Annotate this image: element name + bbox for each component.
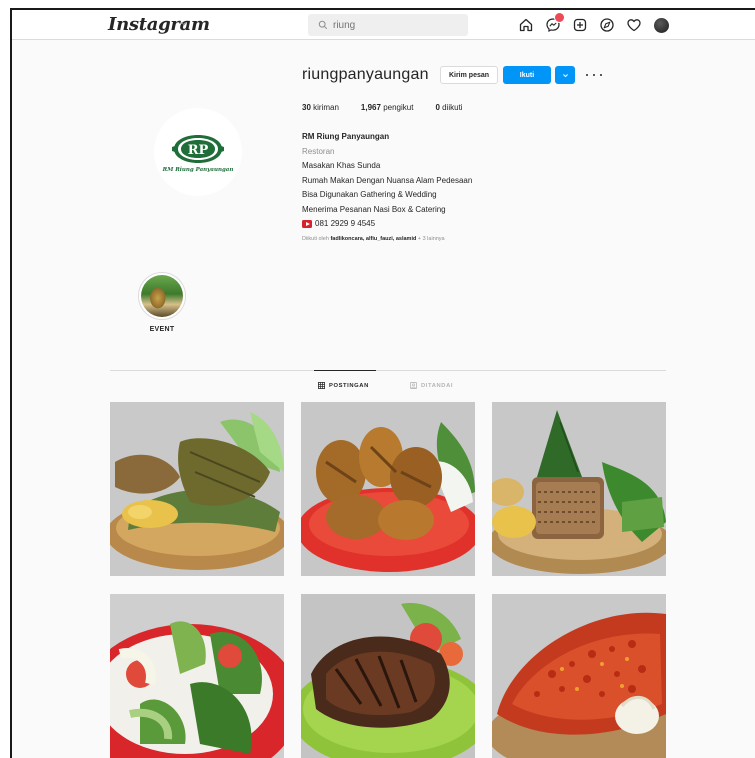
- post-thumbnail[interactable]: [110, 402, 284, 576]
- home-icon[interactable]: [517, 16, 535, 34]
- post-thumbnail[interactable]: [492, 594, 666, 758]
- profile-bio: RM Riung Panyaungan Restoran Masakan Kha…: [302, 130, 562, 232]
- post-thumbnail[interactable]: [301, 402, 475, 576]
- post-thumbnail[interactable]: [110, 594, 284, 758]
- activity-heart-icon[interactable]: [625, 16, 643, 34]
- new-post-icon[interactable]: [571, 16, 589, 34]
- follow-button[interactable]: Ikuti: [503, 66, 551, 84]
- post-image: [301, 402, 475, 576]
- followed-by[interactable]: Diikuti oleh fadlikoncara, alfiu_fauzi, …: [302, 236, 445, 242]
- bio-phone: 081 2929 9 4545: [315, 219, 376, 228]
- post-image: [492, 594, 666, 758]
- nav-icon-bar: [517, 12, 670, 34]
- highlight-ring: [138, 272, 186, 320]
- logo-monogram: RP: [188, 143, 209, 158]
- highlight-cover-image: [141, 275, 183, 317]
- chevron-down-icon[interactable]: [180, 20, 188, 28]
- tab-tagged[interactable]: DITANDAI: [410, 382, 453, 389]
- explore-icon[interactable]: [598, 16, 616, 34]
- chevron-down-icon: [562, 73, 568, 77]
- search-input[interactable]: [333, 19, 453, 31]
- browser-viewport: Instagram riung RP RM Riung Panyaungan r…: [10, 8, 755, 758]
- send-message-button[interactable]: Kirim pesan: [440, 66, 498, 84]
- highlight-label: EVENT: [149, 326, 175, 333]
- profile-avatar[interactable]: RP RM Riung Panyaungan: [154, 108, 242, 196]
- tabs-divider: [110, 370, 666, 371]
- dot: [586, 73, 589, 77]
- tagged-icon: [410, 382, 417, 389]
- post-thumbnail[interactable]: [301, 594, 475, 758]
- dot: [592, 73, 596, 77]
- bio-full-name: RM Riung Panyaungan: [302, 132, 390, 141]
- post-image: [492, 402, 666, 576]
- youtube-icon: [302, 220, 312, 229]
- bio-phone-line: 081 2929 9 4545: [302, 217, 562, 232]
- messenger-icon[interactable]: [544, 12, 565, 34]
- profile-username: riungpanyaungan: [302, 66, 429, 83]
- tab-posts[interactable]: POSTINGAN: [318, 382, 369, 389]
- dot: [599, 73, 602, 77]
- grid-icon: [318, 382, 325, 389]
- bio-line: Menerima Pesanan Nasi Box & Catering: [302, 204, 446, 214]
- followers-count[interactable]: 1,967 pengikut: [361, 103, 414, 112]
- bio-line: Rumah Makan Dengan Nuansa Alam Pedesaan: [302, 175, 473, 185]
- top-navigation: Instagram: [12, 10, 755, 40]
- search-box[interactable]: [308, 14, 468, 36]
- avatar: [653, 18, 669, 33]
- suggested-accounts-button[interactable]: [555, 66, 575, 84]
- search-icon: [318, 20, 328, 30]
- profile-stats: 30 kiriman 1,967 pengikut 0 diikuti: [302, 103, 463, 112]
- following-count[interactable]: 0 diikuti: [435, 103, 462, 112]
- posts-count: 30 kiriman: [302, 103, 339, 112]
- notification-badge: [554, 12, 565, 23]
- restaurant-logo-icon: RP: [172, 134, 224, 163]
- profile-avatar-icon[interactable]: [652, 16, 670, 34]
- post-thumbnail[interactable]: [492, 402, 666, 576]
- instagram-logo[interactable]: Instagram: [108, 14, 210, 35]
- post-image: [110, 402, 284, 576]
- post-image: [110, 594, 284, 758]
- logo-tagline: RM Riung Panyaungan: [162, 166, 234, 173]
- bio-line: Bisa Digunakan Gathering & Wedding: [302, 190, 437, 199]
- bio-line: Masakan Khas Sunda: [302, 161, 381, 170]
- active-tab-indicator: [314, 370, 376, 371]
- post-image: [301, 594, 475, 758]
- post-grid: [110, 402, 666, 758]
- more-options-icon[interactable]: [586, 68, 602, 82]
- story-highlight[interactable]: EVENT: [136, 272, 188, 333]
- bio-category: Restoran: [302, 146, 335, 156]
